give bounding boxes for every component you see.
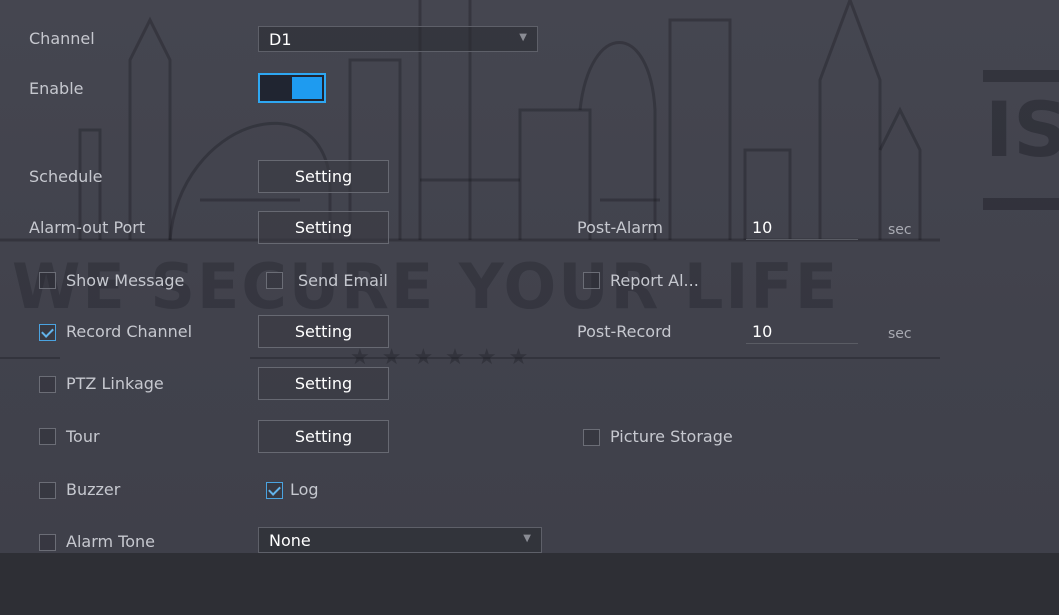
ptz-linkage-checkbox[interactable] bbox=[39, 376, 56, 393]
send-email-label: Send Email bbox=[298, 271, 388, 290]
watermark-divider bbox=[250, 357, 940, 359]
footer-bar bbox=[0, 553, 1059, 615]
tour-setting-button[interactable]: Setting bbox=[258, 420, 389, 453]
buzzer-checkbox[interactable] bbox=[39, 482, 56, 499]
alarm-out-setting-button[interactable]: Setting bbox=[258, 211, 389, 244]
show-message-checkbox[interactable] bbox=[39, 272, 56, 289]
watermark-logo-bar-bottom bbox=[983, 198, 1059, 210]
ptz-linkage-label: PTZ Linkage bbox=[66, 374, 164, 393]
alarm-settings-panel: WE SECURE YOUR LIFE ★★★★★★ IS Channel D1… bbox=[0, 0, 1059, 553]
watermark-logo-bar-top bbox=[983, 70, 1059, 82]
tour-checkbox[interactable] bbox=[39, 428, 56, 445]
alarm-out-port-label: Alarm-out Port bbox=[29, 218, 146, 237]
show-message-label: Show Message bbox=[66, 271, 185, 290]
alarm-tone-label: Alarm Tone bbox=[66, 532, 155, 551]
picture-storage-checkbox[interactable] bbox=[583, 429, 600, 446]
record-channel-checkbox[interactable] bbox=[39, 324, 56, 341]
record-channel-label: Record Channel bbox=[66, 322, 193, 341]
report-alarm-label: Report Al... bbox=[610, 271, 699, 290]
channel-value: D1 bbox=[269, 30, 292, 49]
enable-label: Enable bbox=[29, 79, 84, 98]
tour-label: Tour bbox=[66, 427, 100, 446]
post-alarm-value: 10 bbox=[752, 218, 773, 237]
schedule-label: Schedule bbox=[29, 167, 103, 186]
alarm-tone-value: None bbox=[269, 531, 311, 550]
watermark-logo: IS bbox=[985, 85, 1059, 174]
alarm-tone-checkbox[interactable] bbox=[39, 534, 56, 551]
alarm-tone-dropdown[interactable]: None ▼ bbox=[258, 527, 542, 553]
schedule-setting-button[interactable]: Setting bbox=[258, 160, 389, 193]
report-alarm-checkbox[interactable] bbox=[583, 272, 600, 289]
log-checkbox[interactable] bbox=[266, 482, 283, 499]
post-record-label: Post-Record bbox=[577, 322, 672, 341]
watermark-divider-left bbox=[0, 357, 60, 359]
enable-toggle[interactable] bbox=[258, 73, 326, 103]
buzzer-label: Buzzer bbox=[66, 480, 121, 499]
post-alarm-label: Post-Alarm bbox=[577, 218, 663, 237]
post-record-input[interactable]: 10 bbox=[746, 320, 858, 344]
post-alarm-unit: sec bbox=[888, 222, 912, 238]
log-label: Log bbox=[290, 480, 319, 499]
post-record-value: 10 bbox=[752, 322, 773, 341]
chevron-down-icon: ▼ bbox=[519, 32, 527, 43]
ptz-linkage-setting-button[interactable]: Setting bbox=[258, 367, 389, 400]
channel-label: Channel bbox=[29, 29, 95, 48]
toggle-knob bbox=[292, 77, 322, 99]
record-channel-setting-button[interactable]: Setting bbox=[258, 315, 389, 348]
picture-storage-label: Picture Storage bbox=[610, 427, 733, 446]
chevron-down-icon: ▼ bbox=[523, 533, 531, 544]
send-email-checkbox[interactable] bbox=[266, 272, 283, 289]
post-alarm-input[interactable]: 10 bbox=[746, 216, 858, 240]
post-record-unit: sec bbox=[888, 326, 912, 342]
channel-dropdown[interactable]: D1 ▼ bbox=[258, 26, 538, 52]
